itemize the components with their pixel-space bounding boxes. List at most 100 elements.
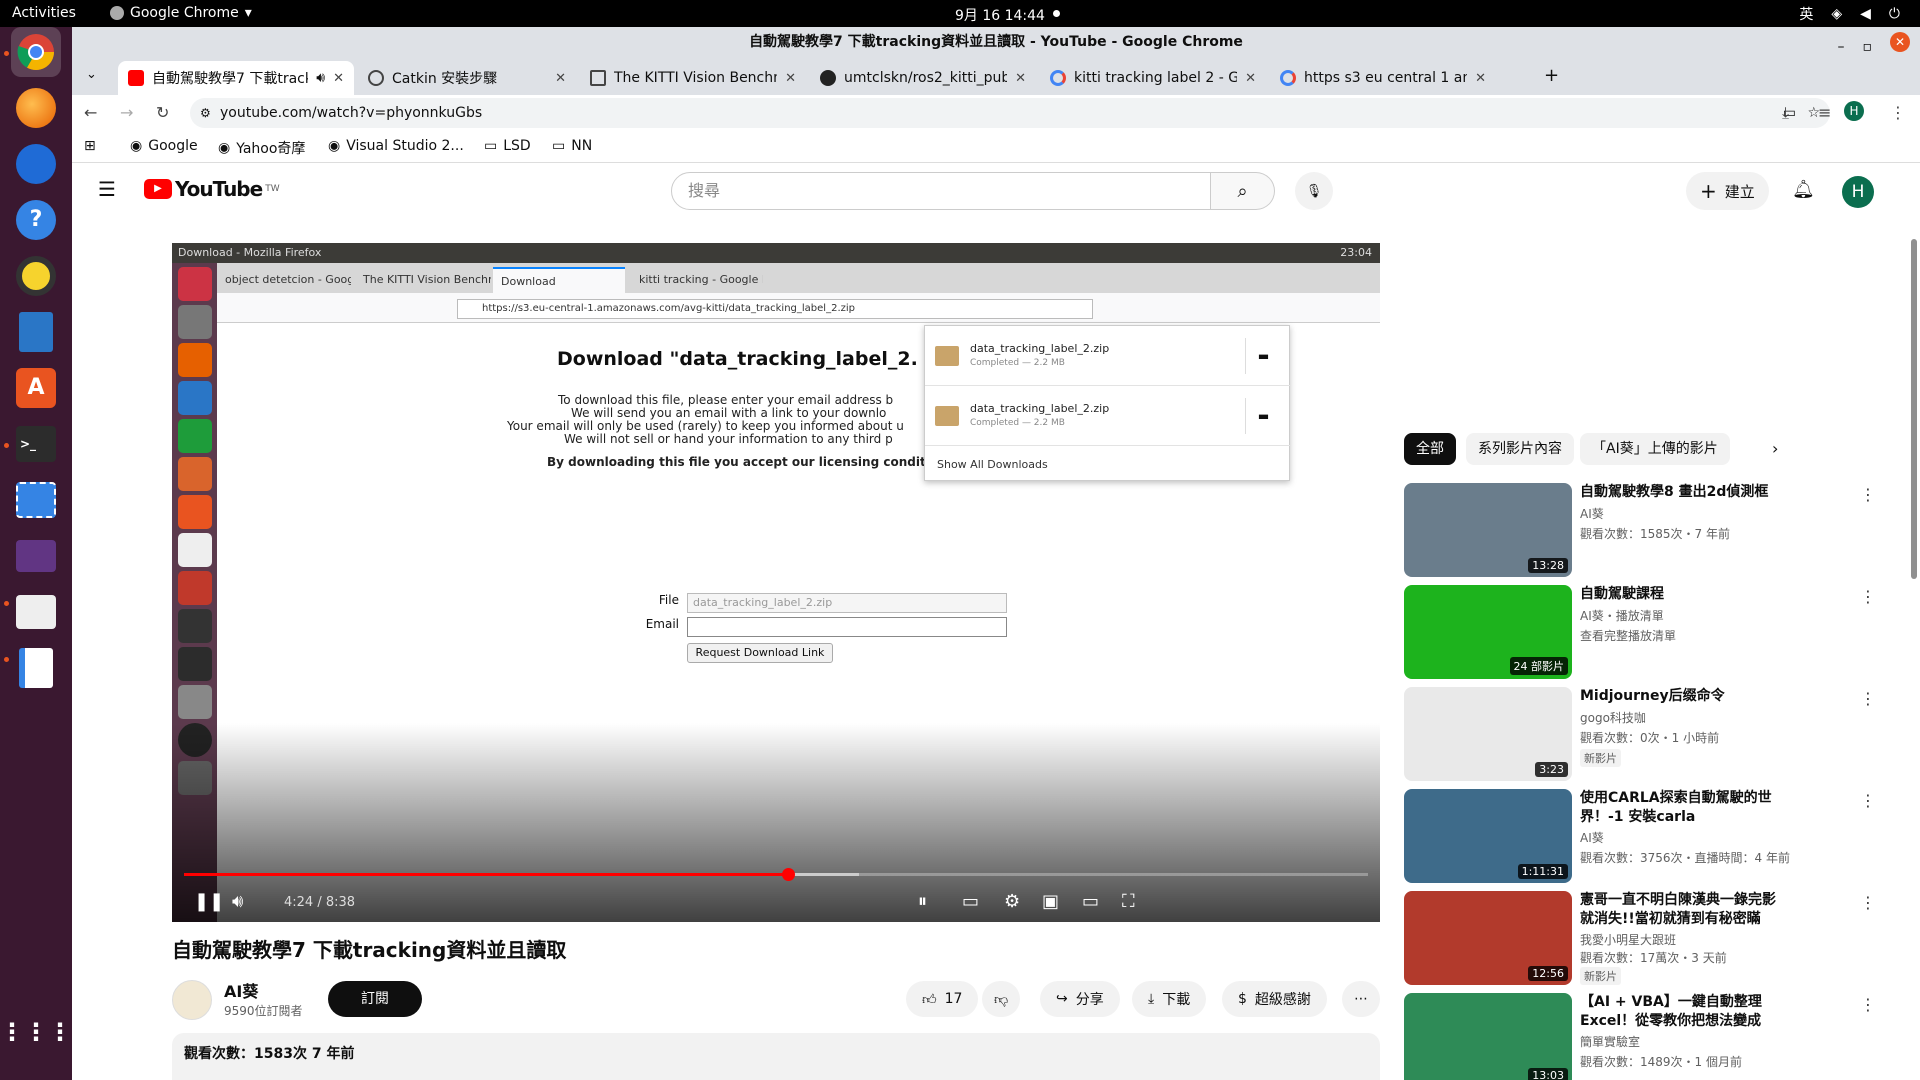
screenshot-icon[interactable] — [11, 475, 61, 525]
chip-all[interactable]: 全部 — [1404, 433, 1456, 465]
theater-mode-icon[interactable]: ▭ — [1082, 891, 1099, 912]
notifications-bell-icon[interactable]: 🔔︎ — [1792, 179, 1815, 200]
more-vertical-icon[interactable]: ⋮ — [1860, 791, 1876, 810]
text-editor-icon[interactable] — [11, 643, 61, 693]
system-tray[interactable]: 英 ◈ ◀ ⏻ — [1799, 4, 1900, 24]
recommendation-item[interactable]: 12:56 憲哥一直不明白陳漢典一錄完影就消失!!當初就猜到有秘密瞞著… 我愛小… — [1404, 891, 1884, 985]
video-thumbnail[interactable]: 3:23 — [1404, 687, 1572, 781]
playlist-thumbnail[interactable]: 24 部影片 — [1404, 585, 1572, 679]
forward-icon[interactable]: → — [120, 103, 133, 122]
new-tab-icon[interactable]: + — [1544, 65, 1559, 86]
more-vertical-icon[interactable]: ⋮ — [1860, 587, 1876, 606]
writer-icon[interactable] — [11, 307, 61, 357]
recommendation-item[interactable]: 3:23 Midjourney后缀命令 gogo科技咖 觀看次數：0次・1 小時… — [1404, 687, 1884, 781]
app-menu[interactable]: Google Chrome ▾ — [110, 5, 252, 21]
profile-avatar[interactable]: H — [1844, 101, 1864, 121]
more-vertical-icon[interactable]: ⋮ — [1860, 689, 1876, 708]
recommendation-channel[interactable]: AI葵 — [1580, 505, 1604, 522]
create-button[interactable]: + 建立 — [1686, 172, 1769, 210]
super-thanks-button[interactable]: $ 超級感謝 — [1222, 981, 1327, 1017]
scrollbar-thumb[interactable] — [1911, 239, 1917, 579]
tab-youtube[interactable]: 自動駕駛教學7 下載tracking 🔊︎ ✕ — [118, 61, 354, 95]
chevron-right-icon[interactable]: › — [1772, 439, 1778, 458]
downloads-icon[interactable]: ⤓ — [1782, 103, 1789, 123]
recommendation-channel[interactable]: AI葵 — [1580, 829, 1604, 846]
recommendation-channel[interactable]: 我愛小明星大跟班 — [1580, 931, 1676, 948]
hamburger-menu-icon[interactable]: ☰ — [98, 177, 116, 201]
more-vertical-icon[interactable]: ⋮ — [1860, 485, 1876, 504]
channel-name[interactable]: AI葵 — [224, 978, 258, 1002]
volume-icon[interactable]: 🔊︎ — [232, 891, 243, 912]
video-thumbnail[interactable]: 1:11:31 — [1404, 789, 1572, 883]
chrome-menu-icon[interactable]: ⋮ — [1890, 103, 1906, 122]
subscribe-button[interactable]: 訂閱 — [328, 981, 422, 1017]
channel-avatar[interactable] — [172, 980, 212, 1020]
video-thumbnail[interactable]: 13:28 — [1404, 483, 1572, 577]
chrome-icon[interactable] — [11, 27, 61, 77]
audio-playing-icon[interactable]: 🔊︎ — [316, 70, 325, 86]
terminal-icon[interactable]: >_ — [11, 419, 61, 469]
recommendation-meta[interactable]: 查看完整播放清單 — [1580, 627, 1676, 644]
tab-kitti[interactable]: The KITTI Vision Benchm ✕ — [580, 61, 806, 95]
chip-uploads[interactable]: 「AI葵」上傳的影片 — [1580, 433, 1730, 465]
close-window-icon[interactable]: ✕ — [1890, 32, 1910, 52]
close-tab-icon[interactable]: ✕ — [1015, 71, 1026, 86]
address-bar[interactable]: ⚙ youtube.com/watch?v=phyonnkuGbs ▭ ☆ — [190, 98, 1830, 128]
tab-google-search-2[interactable]: https s3 eu central 1 am ✕ — [1270, 61, 1496, 95]
voice-search-button[interactable]: 🎙︎ — [1295, 172, 1333, 210]
recommendation-title[interactable]: 使用CARLA探索自動駕駛的世界！-1 安裝carla — [1580, 789, 1780, 827]
activities-button[interactable]: Activities — [12, 5, 76, 21]
recommendation-item[interactable]: 24 部影片 自動駕駛課程 AI葵・播放清單 查看完整播放清單 ⋮ — [1404, 585, 1884, 679]
description-box[interactable]: 觀看次數：1583次 7 年前 — [172, 1033, 1380, 1080]
progress-scrubber[interactable] — [781, 868, 795, 881]
video-thumbnail[interactable]: 13:03 — [1404, 993, 1572, 1080]
tab-search-icon[interactable]: ⌄ — [86, 67, 97, 82]
download-button[interactable]: ⤓ 下載 — [1132, 981, 1207, 1017]
recommendation-item[interactable]: 1:11:31 使用CARLA探索自動駕駛的世界！-1 安裝carla AI葵 … — [1404, 789, 1884, 883]
input-method-indicator[interactable]: 英 — [1799, 4, 1813, 24]
fullscreen-icon[interactable]: ⛶ — [1122, 891, 1135, 912]
show-apps-icon[interactable]: ⋮⋮⋮ — [0, 1007, 72, 1057]
bookmark-yahoo[interactable]: ◉ Yahoo奇摩 — [218, 138, 305, 158]
more-vertical-icon[interactable]: ⋮ — [1860, 893, 1876, 912]
media-control-icon[interactable]: ≡ — [1818, 103, 1831, 122]
video-player-icon[interactable] — [11, 531, 61, 581]
search-button[interactable]: ⌕ — [1211, 172, 1275, 210]
youtube-logo[interactable]: ▶ YouTube TW — [144, 177, 280, 201]
firefox-icon[interactable] — [11, 83, 61, 133]
chip-series[interactable]: 系列影片內容 — [1466, 433, 1574, 465]
thunderbird-icon[interactable] — [11, 139, 61, 189]
more-actions-button[interactable]: ⋯ — [1342, 981, 1380, 1017]
window-titlebar[interactable]: 自動駕駛教學7 下載tracking資料並且讀取 - YouTube - Goo… — [72, 27, 1920, 57]
close-tab-icon[interactable]: ✕ — [1475, 71, 1486, 86]
subtitles-icon[interactable]: ▭ — [962, 891, 979, 912]
like-button[interactable]: 👍︎ 17 — [906, 981, 979, 1017]
close-tab-icon[interactable]: ✕ — [333, 71, 344, 86]
video-thumbnail[interactable]: 12:56 — [1404, 891, 1572, 985]
bookmark-folder-lsd[interactable]: ▭ LSD — [484, 138, 531, 154]
recommendation-channel[interactable]: gogo科技咖 — [1580, 709, 1646, 726]
tab-google-search[interactable]: kitti tracking label 2 - Go ✕ — [1040, 61, 1266, 95]
user-avatar[interactable]: H — [1842, 176, 1874, 208]
reload-icon[interactable]: ↻ — [156, 103, 169, 122]
progress-bar[interactable] — [184, 868, 1368, 881]
recommendation-channel[interactable]: 簡單實驗室 — [1580, 1033, 1640, 1050]
files-icon[interactable] — [11, 587, 61, 637]
close-tab-icon[interactable]: ✕ — [555, 71, 566, 86]
software-center-icon[interactable]: A — [11, 363, 61, 413]
recommendation-title[interactable]: 憲哥一直不明白陳漢典一錄完影就消失!!當初就猜到有秘密瞞著… — [1580, 891, 1780, 929]
site-info-icon[interactable]: ⚙ — [200, 98, 211, 128]
share-button[interactable]: ↪ 分享 — [1040, 981, 1120, 1017]
pause-icon[interactable]: ❚❚ — [194, 891, 224, 912]
help-icon[interactable]: ? — [11, 195, 61, 245]
apps-icon[interactable]: ⊞ — [84, 138, 96, 154]
bookmark-google[interactable]: ◉ Google — [130, 138, 198, 154]
more-vertical-icon[interactable]: ⋮ — [1860, 995, 1876, 1014]
recommendation-channel[interactable]: AI葵・播放清單 — [1580, 607, 1664, 624]
miniplayer-icon[interactable]: ▣ — [1042, 891, 1059, 912]
close-tab-icon[interactable]: ✕ — [1245, 71, 1256, 86]
recommendation-item[interactable]: 13:28 自動駕駛教學8 畫出2d偵測框 AI葵 觀看次數：1585次・7 年… — [1404, 483, 1884, 577]
recommendation-item[interactable]: 13:03 【AI + VBA】一鍵自動整理Excel！從零教你把想法變成自… … — [1404, 993, 1884, 1080]
bookmark-visual-studio[interactable]: ◉ Visual Studio 2... — [328, 138, 464, 154]
recommendation-title[interactable]: 自動駕駛課程 — [1580, 585, 1780, 604]
